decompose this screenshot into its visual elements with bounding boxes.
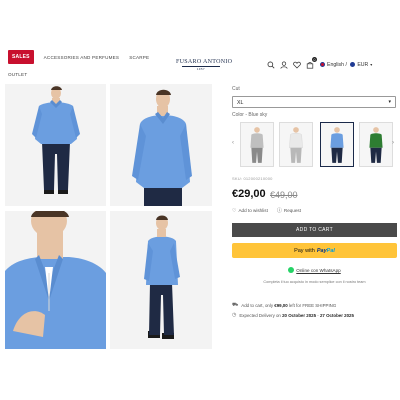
user-icon[interactable] — [279, 60, 288, 69]
wishlist-label: Add to wishlist — [238, 208, 268, 213]
cart-icon[interactable]: 0 — [305, 57, 317, 69]
color-swatch-green[interactable] — [359, 122, 393, 167]
nav-outlet[interactable]: OUTLET — [8, 72, 27, 77]
nav-accessories[interactable]: ACCESSORIES AND PERFUMES — [44, 55, 120, 60]
product-photo-three-quarter[interactable] — [110, 84, 212, 206]
eu-flag-icon — [350, 62, 356, 67]
clock-icon: ◷ — [232, 312, 237, 318]
paypal-logo-pal: Pal — [326, 247, 335, 254]
main-nav: SALES ACCESSORIES AND PERFUMES SCARPE — [8, 50, 149, 64]
heart-icon[interactable] — [292, 60, 301, 69]
nav-shoes[interactable]: SCARPE — [129, 55, 149, 60]
heart-icon: ♡ — [232, 207, 237, 214]
cart-count-badge: 0 — [312, 57, 317, 62]
current-price: €29,00 — [232, 188, 266, 200]
product-photo-side[interactable] — [110, 211, 212, 349]
color-swatch-grey[interactable] — [240, 122, 274, 167]
color-label: Color - Blue sky — [232, 112, 268, 118]
language-label: English — [327, 61, 345, 68]
delivery-to-date: 27 October 2025 — [319, 312, 354, 318]
question-icon: ⓘ — [276, 208, 282, 214]
chevron-right-icon[interactable]: › — [392, 140, 394, 146]
search-icon[interactable] — [266, 60, 275, 69]
product-photo-collar-closeup[interactable] — [5, 211, 106, 349]
truck-icon: ⛟ — [232, 302, 239, 308]
old-price: €49,00 — [270, 190, 298, 200]
nav-sales[interactable]: SALES — [8, 50, 34, 64]
chevron-down-icon: ▾ — [388, 99, 391, 105]
color-swatch-blue-sky[interactable] — [320, 122, 354, 167]
add-to-wishlist-link[interactable]: ♡ Add to wishlist — [232, 208, 268, 214]
uk-flag-icon — [320, 62, 325, 67]
paypal-logo-pay: Pay — [316, 247, 327, 254]
delivery-from-date: 20 October 2025 — [282, 312, 317, 318]
chevron-left-icon[interactable]: ‹ — [232, 140, 234, 146]
header-actions: 0 English / EUR ▾ — [266, 57, 372, 69]
chevron-down-icon: ▾ — [370, 62, 373, 67]
brand-logo[interactable]: FUSARO ANTONIO 1957 — [176, 59, 233, 71]
color-swatches: ‹ › — [232, 122, 397, 168]
currency-label: EUR — [357, 61, 369, 68]
free-shipping-notice: ⛟ Add to cart, only €99,00 left for FREE… — [232, 302, 337, 308]
add-to-cart-button[interactable]: ADD TO CART — [232, 223, 397, 237]
request-link[interactable]: ⓘ Request — [277, 207, 301, 214]
cut-label: Cut — [232, 86, 240, 92]
product-actions: ♡ Add to wishlist ⓘ Request — [232, 207, 310, 215]
cut-select-value: XL — [237, 100, 244, 106]
whatsapp-note: Completa il tuo acquisto in modo semplic… — [263, 280, 366, 284]
paypal-prefix: Pay with — [294, 247, 315, 254]
whatsapp-link[interactable]: Online con WhatsApp — [232, 267, 397, 273]
shipping-amount: €99,00 — [274, 303, 288, 308]
product-photo-front[interactable] — [5, 84, 106, 206]
sku-text: SKU: 012000210000 — [232, 176, 273, 181]
logo-year: 1957 — [196, 66, 206, 71]
logo-name: FUSARO ANTONIO — [176, 59, 233, 65]
whatsapp-icon — [288, 267, 295, 273]
whatsapp-label: Online con WhatsApp — [296, 267, 341, 273]
language-currency-selector[interactable]: English / EUR ▾ — [320, 62, 372, 68]
cut-select[interactable]: XL ▾ — [232, 96, 396, 108]
color-swatch-white[interactable] — [279, 122, 313, 167]
request-label: Request — [283, 208, 301, 213]
site-header: SALES ACCESSORIES AND PERFUMES SCARPE OU… — [0, 0, 400, 82]
expected-delivery: ◷ Expected Delivery on 20 October 2025 -… — [232, 312, 354, 318]
paypal-button[interactable]: Pay with Pay Pal — [232, 243, 397, 258]
